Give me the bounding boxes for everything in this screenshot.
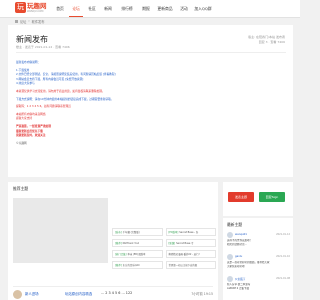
related-topic-link[interactable]: [新版]Secret Base 专 [165,239,216,247]
avatar[interactable] [227,254,233,260]
latest-topics-card: 最新主题 wanqu01 2021-01-12 这样子的世界出发吧！ 相关的话题讨论.… [223,218,293,300]
related-topic-link[interactable]: 世界第一初公主前下自的视 [165,261,216,269]
breadcrumb-item[interactable]: 论坛 [20,19,26,24]
related-topic-link[interactable]: [发布]千年魔 (完整版) [112,228,163,236]
pagination[interactable]: ... 2 3 4 5 6 ... 122 [101,291,132,295]
site-logo[interactable]: 玩 玩趣网 WANQU.COM [15,2,47,15]
related-topic-text: Secret Base 专 [176,242,194,245]
reply-row: 新人进场 玩站原创内容精选 ... 2 3 4 5 6 ... 122 7小时前… [13,286,213,299]
reply-time: 7小时前 19:15 [191,292,213,296]
related-list: [发布]千年魔 (完整版) [PC版本]Secret Base - 冬 [推荐]NG… [112,228,216,269]
reply-user[interactable]: 新人进场 [25,291,39,296]
nav-item[interactable]: 期报 [139,0,153,17]
nav-item[interactable]: 加入QQ群 [193,0,213,17]
main-nav: 首页 论坛 社区 新闻 排行榜 期报 更新商品 活动 加入QQ群 [53,0,215,17]
logo-text: 玩趣网 [27,2,47,10]
topic-text: 这是一首非常好听的歌曲，推荐给大家 大家快来听听吧 [227,261,290,268]
topic-text-line: ALBUM 2 合集下载 [227,286,249,290]
nav-item[interactable]: 社区 [85,0,99,17]
nav-item[interactable]: 首页 [53,0,67,17]
post-title: 新闻发布 [16,35,48,44]
post-meta: 楼主 · 发表于 2021-01-12 · 查看 7406 [16,45,70,49]
nav-item[interactable]: 排行榜 [117,0,137,17]
related-topic-text: 像素精灵漫画·番外02 - 运行! [168,253,200,256]
related-topic-link[interactable]: [推荐]东方的音乐QAC [112,261,163,269]
breadcrumb-item[interactable]: 软件发布 [32,19,45,24]
new-topic-button[interactable]: 发表主题 [228,192,254,202]
divider [16,52,286,53]
related-topic-text: 千年魔 (完整版) [122,231,140,234]
topic-user[interactable]: 公主殿下 [235,277,245,281]
reply-button[interactable]: 回复Sign [259,192,285,202]
related-topic-text: 东方的音乐QAC [122,264,140,267]
related-topics-card: 推荐主题 [发布]千年魔 (完整版) [PC版本]Secret Base - 冬[… [8,182,218,300]
post-body: 最新发布内容说明： 1.下载使用 2.文件已经全部测试，安全，请按照说明安装后使用，… [16,60,276,145]
avatar[interactable] [13,290,22,299]
related-topic-tag: [新版] [168,242,176,245]
related-topic-tag: [PC版本] [168,231,179,234]
related-topic-text: Secret Base - 冬 [179,231,199,234]
topic-text: 新人分享·第二季发布 ALBUM 2 合集下载 [227,283,290,290]
topic-text: 这样子的世界出发吧！ 相关的话题讨论... [227,239,290,246]
related-topic-tag: [推荐] [115,242,122,245]
topic-text-line: 相关的话题讨论... [227,242,247,246]
nav-item[interactable]: 更新商品 [155,0,175,17]
post-side-info: 版主: 在阳春门/本站 发布者 回复 3 · 查看 7406 [248,35,285,45]
latest-topics-title: 最新主题 [227,222,243,227]
action-card: 发表主题 回复Sign [223,182,293,216]
related-topic-link[interactable]: 像素精灵漫画·番外02 - 运行! [165,250,216,258]
post-side-line: 回复 3 · 查看 7406 [258,40,285,44]
related-topic-text: 世界第一初公主前下自的视 [168,264,198,267]
related-topic-text: NGThank You! [122,242,140,245]
home-icon[interactable] [15,19,18,23]
related-topic-link[interactable]: [PC版本]Secret Base - 冬 [165,228,216,236]
topic-date: 2021-01-08 [276,276,290,280]
related-topic-link[interactable]: [推荐]NGThank You! [112,239,163,247]
nav-item[interactable]: 新闻 [101,0,115,17]
reply-topic-link[interactable]: 玩站原创内容精选 [65,291,92,296]
related-topic-link[interactable]: [热门合集]本末 (ED)双版本 [112,250,163,258]
topic-date: 2021-01-12 [276,232,290,236]
topic-text-line: 大家快来听听吧 [227,264,245,268]
related-title: 推荐主题 [13,186,29,191]
post-card: 新闻发布 楼主 · 发表于 2021-01-12 · 查看 7406 版主: 在… [8,25,293,177]
related-topic-text: 本末 (ED)双版本 [127,253,146,256]
related-topic-tag: [推荐] [115,264,122,267]
related-thumbnail[interactable] [13,198,108,263]
breadcrumb: 论坛 › 软件发布 [15,19,44,24]
topic-user[interactable]: ganlu [235,255,242,258]
top-navbar: 玩 玩趣网 WANQU.COM 首页 论坛 社区 新闻 排行榜 期报 更新商品 … [0,0,300,18]
related-topic-tag: [热门合集] [115,253,127,256]
logo-subtitle: WANQU.COM [27,10,44,13]
topic-user[interactable]: wanqu01 [235,233,247,236]
logo-mark: 玩 [15,2,26,13]
topic-date: 2021-01-10 [276,254,290,258]
nav-item-active[interactable]: 论坛 [69,0,83,17]
breadcrumb-separator: › [28,19,30,23]
post-body-line: ©玩趣网 [16,140,27,145]
avatar[interactable] [227,276,233,282]
related-topic-tag: [发布] [115,231,122,234]
nav-item[interactable]: 活动 [177,0,191,17]
avatar[interactable] [227,232,233,238]
